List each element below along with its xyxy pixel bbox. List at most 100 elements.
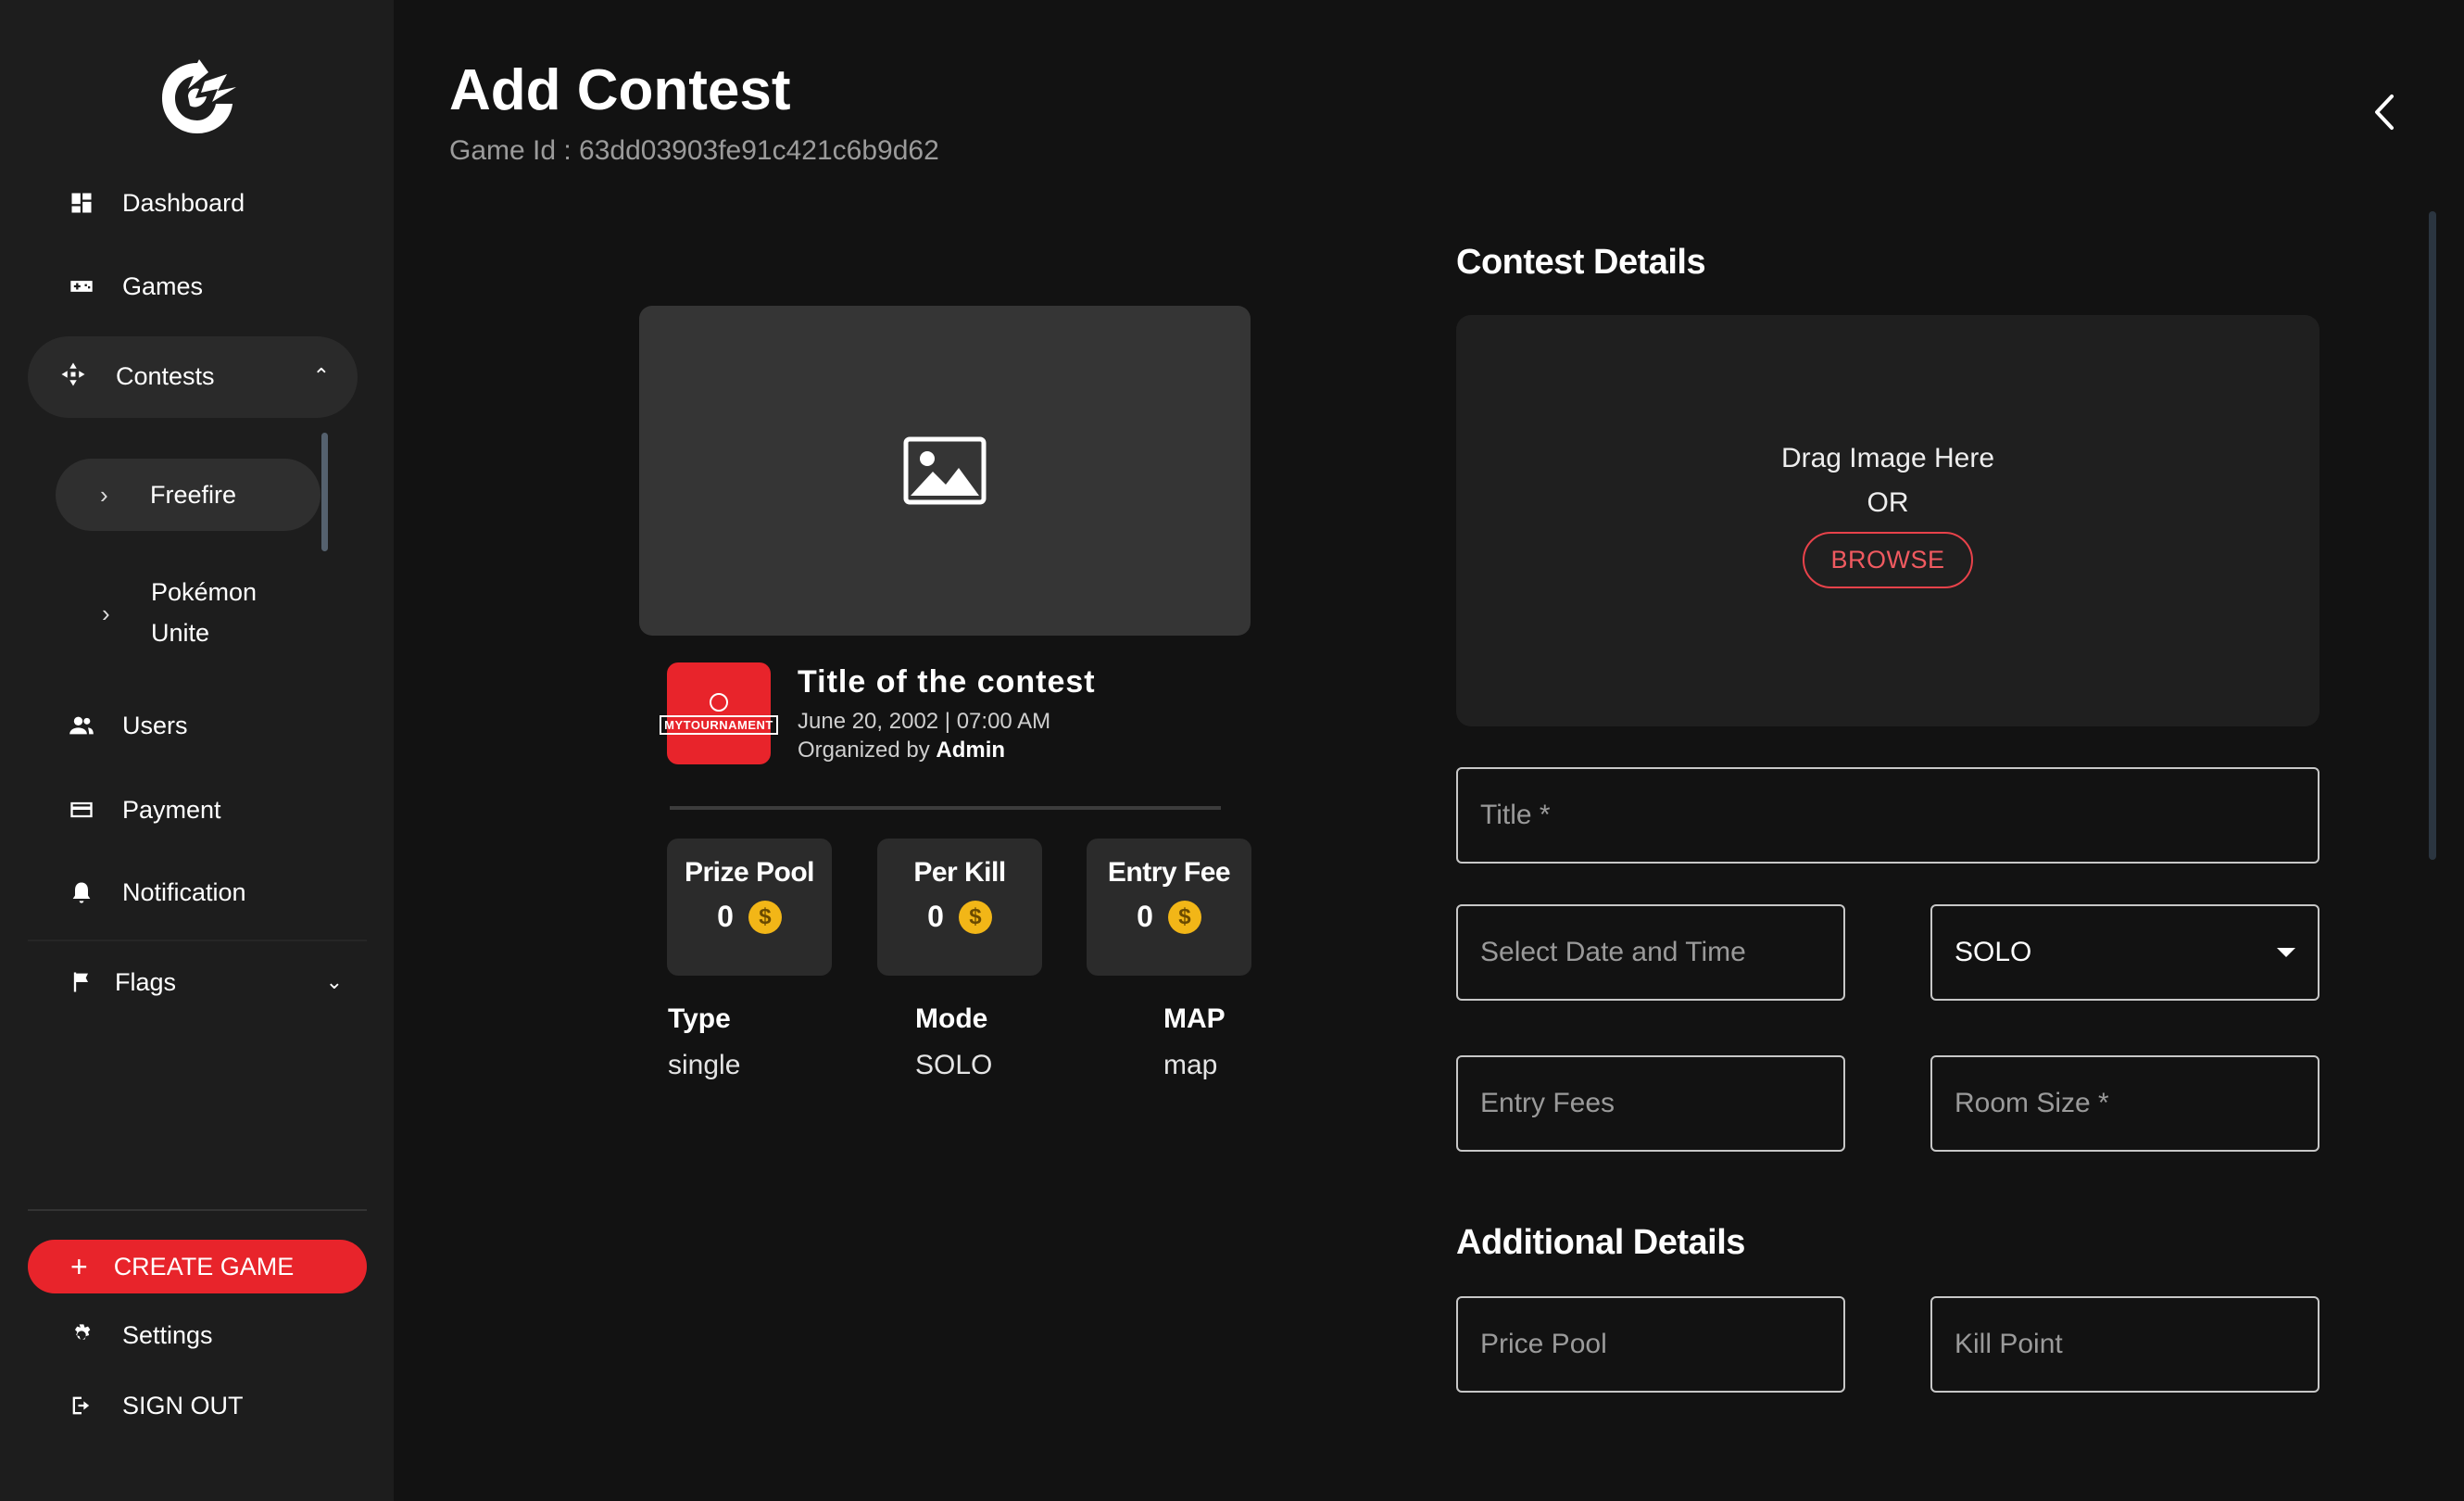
sidebar-item-label: Payment <box>122 795 221 824</box>
stat-label: Prize Pool <box>684 857 815 888</box>
chevron-right-icon: › <box>100 481 108 509</box>
room-size-input[interactable] <box>1932 1057 2318 1150</box>
date-time-input[interactable] <box>1458 906 1843 999</box>
chevron-left-icon <box>2375 95 2394 130</box>
organizer-name: Admin <box>936 738 1006 763</box>
meta-value-type: single <box>668 1050 741 1080</box>
image-dropzone[interactable]: Drag Image Here OR BROWSE <box>1456 315 2319 726</box>
sidebar-divider <box>28 940 367 941</box>
stat-value: 0 $ <box>667 900 832 934</box>
chevron-up-icon[interactable]: ⌃ <box>313 364 330 388</box>
stat-value: 0 $ <box>1087 900 1251 934</box>
browse-button[interactable]: BROWSE <box>1803 532 1973 588</box>
sidebar-subitem-label: Pokémon Unite <box>151 578 258 647</box>
users-icon <box>65 709 98 742</box>
app-logo-icon[interactable] <box>151 56 244 139</box>
contest-date: June 20, 2002 | 07:00 AM <box>798 709 1051 734</box>
title-field[interactable] <box>1456 767 2319 864</box>
chevron-down-icon[interactable]: ⌄ <box>326 970 343 994</box>
sidebar-item-signout[interactable]: SIGN OUT <box>65 1382 244 1429</box>
create-game-button[interactable]: + CREATE GAME <box>28 1240 367 1293</box>
stat-per-kill: Per Kill 0 $ <box>877 839 1042 976</box>
coin-icon: $ <box>958 900 992 934</box>
sidebar-item-flags[interactable]: Flags ⌄ <box>65 959 371 1005</box>
stat-number: 0 <box>717 900 734 933</box>
gamepad-icon <box>65 270 98 303</box>
price-pool-field[interactable] <box>1456 1296 1845 1393</box>
sidebar-item-notification[interactable]: Notification <box>65 869 246 915</box>
contest-details-heading: Contest Details <box>1456 243 1706 282</box>
logo-emblem-icon <box>710 692 728 712</box>
plus-icon: + <box>70 1249 88 1283</box>
meta-label-map: MAP <box>1163 1003 1226 1034</box>
sidebar-item-games[interactable]: Games <box>65 263 203 309</box>
sidebar-item-settings[interactable]: Settings <box>65 1312 213 1358</box>
meta-label-mode: Mode <box>915 1003 988 1034</box>
create-game-label: CREATE GAME <box>113 1252 295 1280</box>
organizer-logo: MYTOURNAMENT <box>660 662 778 764</box>
coin-icon: $ <box>1167 900 1201 934</box>
sidebar-item-label: Games <box>122 271 204 300</box>
or-text: OR <box>1867 487 1909 518</box>
back-button[interactable] <box>2368 89 2401 135</box>
sidebar-item-label: SIGN OUT <box>122 1391 244 1419</box>
sidebar-item-dashboard[interactable]: Dashboard <box>65 180 245 226</box>
sidebar-item-label: Dashboard <box>122 188 245 217</box>
drag-text: Drag Image Here <box>1780 443 1995 473</box>
dashboard-icon <box>65 186 98 220</box>
stat-entry-fee: Entry Fee 0 $ <box>1087 839 1251 976</box>
kill-point-field[interactable] <box>1930 1296 2319 1393</box>
meta-value-mode: SOLO <box>915 1050 993 1080</box>
stat-label: Per Kill <box>913 857 1006 888</box>
image-placeholder-icon <box>903 436 987 505</box>
stat-prize-pool: Prize Pool 0 $ <box>667 839 832 976</box>
bell-icon <box>65 876 98 909</box>
contest-title: Title of the contest <box>798 664 1096 700</box>
price-pool-input[interactable] <box>1458 1298 1843 1391</box>
sidebar-divider <box>28 1209 367 1211</box>
contest-icon <box>59 360 93 394</box>
mode-select-value: SOLO <box>1955 937 2032 967</box>
meta-label-type: Type <box>668 1003 731 1034</box>
sidebar-item-label: Users <box>122 711 188 739</box>
sidebar-item-label: Flags <box>115 967 177 996</box>
game-id: Game Id : 63dd03903fe91c421c6b9d62 <box>449 135 939 166</box>
kill-point-input[interactable] <box>1932 1298 2318 1391</box>
sidebar-scrollbar[interactable] <box>321 433 328 551</box>
stat-label: Entry Fee <box>1107 857 1231 888</box>
room-size-field[interactable] <box>1930 1055 2319 1152</box>
sidebar-subitem-freefire[interactable]: › Freefire <box>56 459 321 531</box>
sidebar-item-payment[interactable]: Payment <box>65 787 221 833</box>
stat-number: 0 <box>1137 900 1153 933</box>
sidebar-item-users[interactable]: Users <box>65 702 188 749</box>
page-title: Add Contest <box>449 58 791 122</box>
organizer-brand: MYTOURNAMENT <box>660 714 778 735</box>
stat-number: 0 <box>927 900 944 933</box>
main-scrollbar[interactable] <box>2429 211 2436 860</box>
sidebar-item-label: Contests <box>116 362 215 390</box>
contest-image-preview <box>639 306 1251 636</box>
contest-organizer: Organized by Admin <box>798 738 1005 763</box>
chevron-right-icon: › <box>102 599 110 627</box>
card-icon <box>65 793 98 826</box>
organizer-prefix: Organized by <box>798 738 937 763</box>
coin-icon: $ <box>748 900 782 934</box>
sidebar-item-label: Notification <box>122 877 246 906</box>
sidebar-item-label: Settings <box>122 1320 213 1349</box>
gear-icon <box>65 1318 98 1352</box>
sidebar: Dashboard Games Contests ⌃ › Freefire › … <box>0 0 394 1501</box>
logout-icon <box>65 1389 98 1422</box>
entry-fees-field[interactable] <box>1456 1055 1845 1152</box>
sidebar-subitem-label: Freefire <box>150 481 237 509</box>
entry-fees-input[interactable] <box>1458 1057 1843 1150</box>
additional-details-heading: Additional Details <box>1456 1223 1745 1262</box>
sidebar-item-contests[interactable]: Contests ⌃ <box>28 336 358 418</box>
title-input[interactable] <box>1458 769 2318 862</box>
mode-select[interactable]: SOLO <box>1930 904 2319 1001</box>
stat-value: 0 $ <box>877 900 1042 934</box>
flag-icon <box>65 965 98 999</box>
dropdown-arrow-icon <box>2277 948 2295 957</box>
meta-value-map: map <box>1163 1050 1218 1080</box>
preview-divider <box>670 806 1221 810</box>
date-time-field[interactable] <box>1456 904 1845 1001</box>
